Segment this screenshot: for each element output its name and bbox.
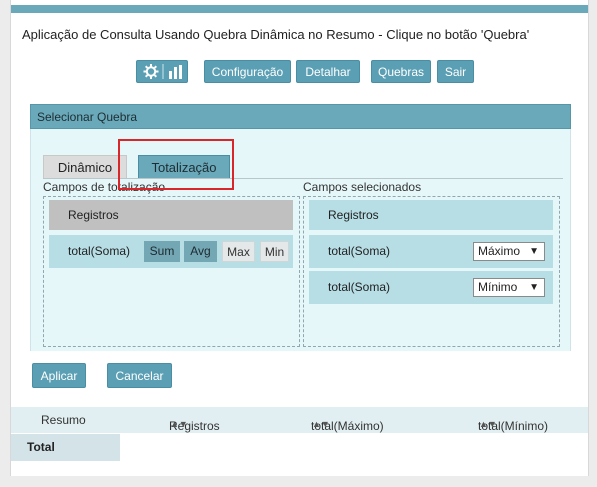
sort-icon: ▲▼ (479, 419, 497, 429)
top-bar (11, 5, 588, 13)
panel-body: Dinâmico Totalização Campos de totalizaç… (30, 129, 571, 351)
header-resumo[interactable]: Resumo (41, 413, 86, 427)
totalization-fields-box: Registros total(Soma) Sum Avg Max Min (43, 196, 300, 347)
selected-fields-label: Campos selecionados (303, 180, 422, 194)
selected-field-label: total(Soma) (328, 244, 391, 258)
bar-chart-icon (169, 65, 182, 79)
chevron-down-icon: ▼ (529, 282, 539, 293)
sort-icon: ▲▼ (312, 419, 330, 429)
min-button[interactable]: Min (260, 241, 289, 262)
detalhar-button[interactable]: Detalhar (296, 60, 360, 83)
page-title: Aplicação de Consulta Usando Quebra Dinâ… (22, 27, 530, 42)
cancel-button[interactable]: Cancelar (107, 363, 172, 388)
apply-button[interactable]: Aplicar (32, 363, 86, 388)
avg-button[interactable]: Avg (184, 241, 217, 262)
app-window: Aplicação de Consulta Usando Quebra Dinâ… (10, 0, 589, 476)
function-select-value: Mínimo (478, 280, 518, 294)
selected-field-row: total(Soma) Mínimo ▼ (309, 271, 553, 304)
sum-button[interactable]: Sum (144, 241, 180, 262)
group-header: Registros (49, 200, 293, 230)
selected-group-header: Registros (309, 200, 553, 230)
function-select[interactable]: Máximo ▼ (473, 242, 545, 261)
selected-field-label: total(Soma) (328, 280, 391, 294)
function-select-value: Máximo (478, 244, 521, 258)
total-row-label: Total (11, 434, 120, 461)
sort-icon: ▲▼ (170, 419, 188, 429)
sair-button[interactable]: Sair (437, 60, 474, 83)
tab-totalizacao[interactable]: Totalização (138, 155, 230, 179)
results-header: Resumo Registros ▲▼ total(Máximo) ▲▼ total… (11, 407, 588, 433)
tab-dinamico[interactable]: Dinâmico (43, 155, 127, 179)
configuracao-button[interactable]: Configuração (204, 60, 291, 83)
panel-title: Selecionar Quebra (30, 104, 571, 129)
max-button[interactable]: Max (222, 241, 255, 262)
settings-chart-button[interactable] (136, 60, 188, 83)
tab-divider (43, 178, 563, 179)
quebras-button[interactable]: Quebras (371, 60, 431, 83)
chevron-down-icon: ▼ (529, 246, 539, 257)
field-row: total(Soma) Sum Avg Max Min (49, 235, 293, 268)
field-label: total(Soma) (68, 244, 131, 258)
selected-fields-box: Registros total(Soma) Máximo ▼ total(Som… (303, 196, 560, 347)
selected-field-row: total(Soma) Máximo ▼ (309, 235, 553, 268)
totalization-fields-label: Campos de totalização (43, 180, 166, 194)
function-select[interactable]: Mínimo ▼ (473, 278, 545, 297)
